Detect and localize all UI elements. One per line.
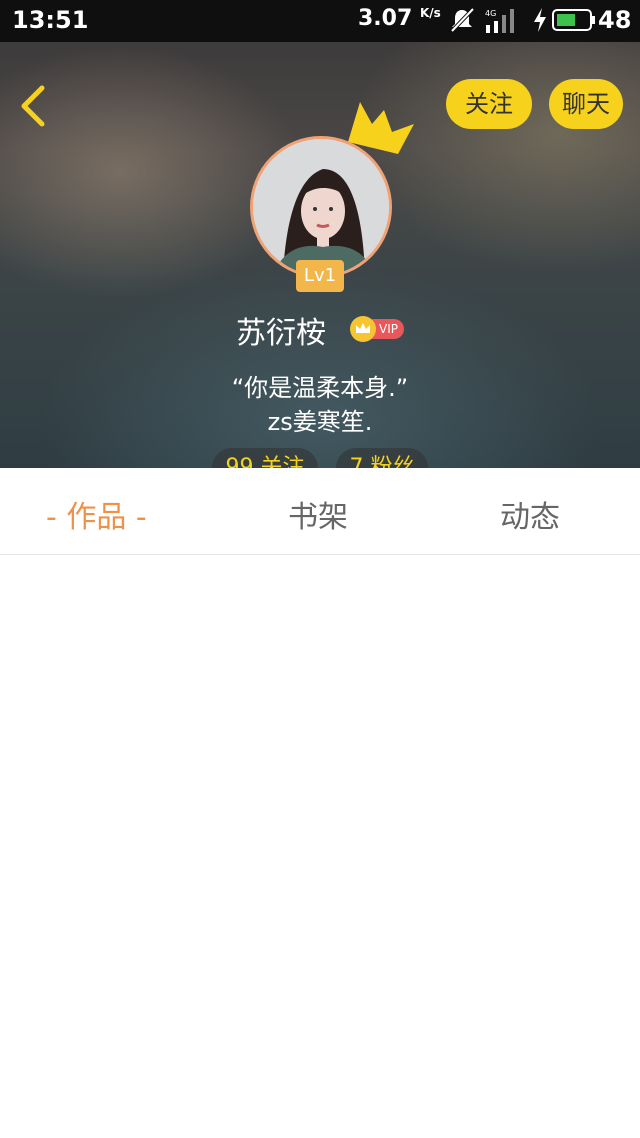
follow-button[interactable]: 关注 [446, 79, 532, 129]
tab-moments[interactable]: 动态 [500, 492, 560, 536]
battery-icon [552, 9, 595, 31]
bio-line-1: “你是温柔本身.” [231, 374, 409, 402]
profile-tabs: - 作品 - 书架 动态 [0, 468, 640, 555]
profile-header: 关注 聊天 Lv1 苏衍桉 VIP “你是温柔本身.” zs姜寒笙. 99 关注… [0, 42, 640, 468]
avatar[interactable] [250, 136, 392, 278]
following-count[interactable]: 99 关注 [212, 448, 318, 468]
avatar-image [253, 139, 389, 275]
network-type-label: 4G [485, 9, 496, 18]
charging-icon [534, 8, 546, 32]
vip-badge: VIP [350, 316, 406, 342]
status-time: 13:51 [12, 6, 89, 34]
tab-bookshelf[interactable]: 书架 [288, 492, 348, 536]
vip-crown-icon [350, 316, 376, 342]
content-area [0, 555, 640, 1138]
network-speed-value: 3.07 [358, 6, 413, 31]
network-speed: 3.07 K/s [358, 6, 441, 31]
signal-icon: 4G [485, 9, 514, 33]
network-speed-unit: K/s [419, 6, 441, 20]
username: 苏衍桉 [236, 316, 326, 351]
status-bar: 13:51 3.07 K/s 4G 48 [0, 0, 640, 42]
back-icon[interactable] [16, 84, 52, 128]
bio-line-2: zs姜寒笙. [267, 408, 373, 436]
mute-icon [450, 7, 475, 33]
chat-button[interactable]: 聊天 [549, 79, 623, 129]
followers-count[interactable]: 7 粉丝 [336, 448, 428, 468]
battery-level: 48 [598, 6, 632, 34]
tab-works[interactable]: - 作品 - [46, 492, 147, 536]
level-badge: Lv1 [296, 260, 344, 292]
